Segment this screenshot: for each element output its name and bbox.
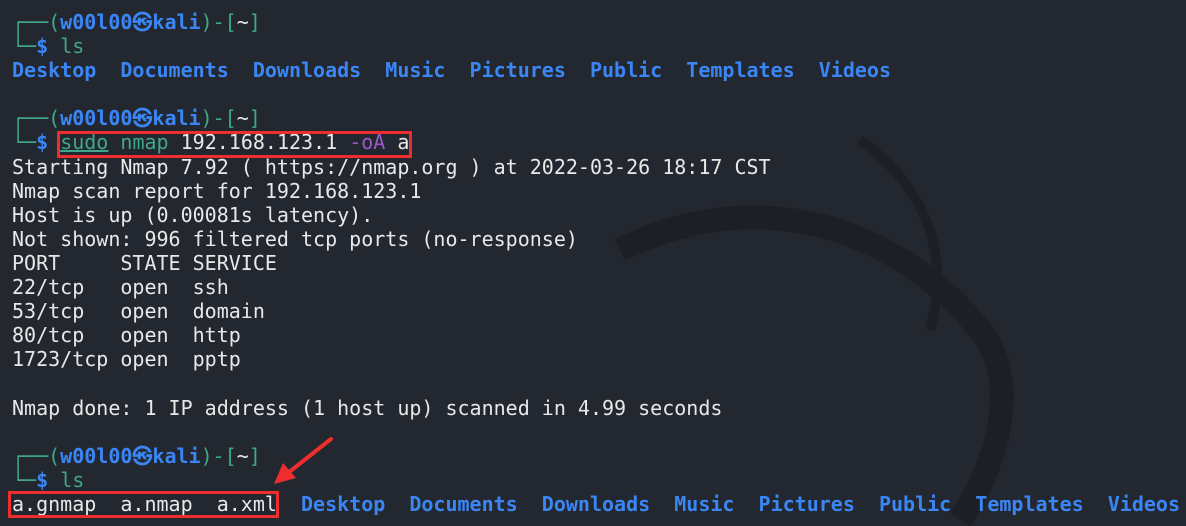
red-arrow-annotation <box>274 437 333 484</box>
